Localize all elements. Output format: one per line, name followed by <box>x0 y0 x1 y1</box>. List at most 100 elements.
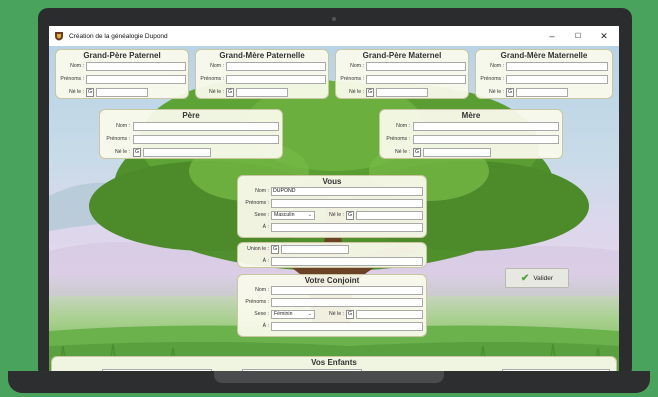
prenoms-label: Prénoms : <box>386 136 410 142</box>
enfants-panel: Vos Enfants <box>51 356 617 371</box>
nom-label: Nom : <box>210 63 224 69</box>
nele-field[interactable] <box>423 148 491 157</box>
nele-field[interactable] <box>516 88 568 97</box>
nom-field[interactable] <box>506 62 608 71</box>
maximize-button[interactable]: ☐ <box>565 26 591 46</box>
conjoint-panel: Votre Conjoint Nom : Prénoms : Sexe : Fé… <box>237 274 427 337</box>
nele-field[interactable] <box>356 211 423 220</box>
valider-button[interactable]: ✔ Valider <box>505 268 569 288</box>
nom-label: Nom : <box>255 287 269 293</box>
prenoms-field[interactable] <box>133 135 279 144</box>
union-label: Union le : <box>247 246 269 252</box>
nom-label: Nom : <box>116 123 130 129</box>
prenoms-label: Prénoms : <box>245 299 269 305</box>
valider-label: Valider <box>533 274 554 282</box>
laptop-notch <box>214 371 444 383</box>
nom-label: Nom : <box>396 123 410 129</box>
calendar-icon[interactable]: G <box>133 148 141 157</box>
nom-label: Nom : <box>70 63 84 69</box>
check-icon: ✔ <box>520 272 530 284</box>
prenoms-label: Prénoms : <box>480 76 504 82</box>
calendar-icon[interactable]: G <box>346 211 354 220</box>
close-button[interactable]: ✕ <box>591 26 617 46</box>
nele-label: Né le : <box>69 89 84 95</box>
prenoms-label: Prénoms : <box>245 200 269 206</box>
nom-label: Nom : <box>490 63 504 69</box>
calendar-icon[interactable]: G <box>366 88 374 97</box>
panel-title: Grand-Père Paternel <box>83 51 161 60</box>
prenoms-field[interactable] <box>226 75 326 84</box>
nele-field[interactable] <box>376 88 428 97</box>
nele-field[interactable] <box>143 148 211 157</box>
pere-panel: Père Nom : Prénoms : Né le : G <box>99 109 283 159</box>
prenoms-label: Prénoms : <box>200 76 224 82</box>
prenoms-field[interactable] <box>506 75 608 84</box>
enfant-field[interactable] <box>502 369 610 371</box>
grandmere-paternelle-panel: Grand-Mère Paternelle Nom : Prénoms : Né… <box>195 49 329 99</box>
calendar-icon[interactable]: G <box>413 148 421 157</box>
chevron-down-icon: ⌄ <box>307 311 312 317</box>
panel-title: Grand-Mère Paternelle <box>219 51 305 60</box>
nele-label: Né le : <box>395 149 410 155</box>
nele-field[interactable] <box>356 310 423 319</box>
grandpere-paternel-panel: Grand-Père Paternel Nom : Prénoms : Né l… <box>55 49 189 99</box>
nom-field[interactable] <box>226 62 326 71</box>
nom-field[interactable]: DUPOND <box>271 187 423 196</box>
chevron-down-icon: ⌄ <box>307 212 312 218</box>
prenoms-field[interactable] <box>366 75 466 84</box>
calendar-icon[interactable]: G <box>226 88 234 97</box>
mere-panel: Mère Nom : Prénoms : Né le : G <box>379 109 563 159</box>
sexe-label: Sexe : <box>254 311 269 317</box>
sexe-value: Masculin <box>274 212 295 218</box>
prenoms-label: Prénoms : <box>340 76 364 82</box>
a-field[interactable] <box>271 223 423 232</box>
laptop-camera <box>332 17 336 21</box>
enfant-field[interactable] <box>242 369 362 371</box>
nom-field[interactable] <box>413 122 559 131</box>
nele-field[interactable] <box>96 88 148 97</box>
nom-field[interactable] <box>271 286 423 295</box>
panel-title: Mère <box>461 111 481 120</box>
window-title: Création de la généalogie Dupond <box>69 32 168 40</box>
panel-title: Grand-Mère Maternelle <box>500 51 588 60</box>
vous-panel: Vous Nom : DUPOND Prénoms : Sexe : Mascu… <box>237 175 427 238</box>
nom-field[interactable] <box>366 62 466 71</box>
a-label: À : <box>262 323 269 329</box>
prenoms-field[interactable] <box>271 199 423 208</box>
nom-label: Nom : <box>255 188 269 194</box>
union-a-field[interactable] <box>271 257 423 266</box>
app-window: Création de la généalogie Dupond – ☐ ✕ G… <box>49 26 619 371</box>
prenoms-label: Prénoms : <box>60 76 84 82</box>
calendar-icon[interactable]: G <box>271 245 279 254</box>
prenoms-label: Prénoms : <box>106 136 130 142</box>
title-bar: Création de la généalogie Dupond – ☐ ✕ <box>49 26 619 46</box>
a-label: À : <box>262 258 269 264</box>
app-icon <box>55 32 63 41</box>
nele-label: Né le : <box>329 311 344 317</box>
nele-field[interactable] <box>236 88 288 97</box>
sexe-select[interactable]: Féminin ⌄ <box>271 310 315 319</box>
a-field[interactable] <box>271 322 423 331</box>
prenoms-field[interactable] <box>86 75 186 84</box>
nele-label: Né le : <box>329 212 344 218</box>
calendar-icon[interactable]: G <box>86 88 94 97</box>
prenoms-field[interactable] <box>271 298 423 307</box>
calendar-icon[interactable]: G <box>346 310 354 319</box>
calendar-icon[interactable]: G <box>506 88 514 97</box>
nele-label: Né le : <box>115 149 130 155</box>
union-date-field[interactable] <box>281 245 349 254</box>
nom-field[interactable] <box>86 62 186 71</box>
sexe-label: Sexe : <box>254 212 269 218</box>
sexe-value: Féminin <box>274 311 293 317</box>
sexe-select[interactable]: Masculin ⌄ <box>271 211 315 220</box>
nele-label: Né le : <box>209 89 224 95</box>
nele-label: Né le : <box>489 89 504 95</box>
prenoms-field[interactable] <box>413 135 559 144</box>
enfant-field[interactable] <box>102 369 212 371</box>
nom-field[interactable] <box>133 122 279 131</box>
minimize-button[interactable]: – <box>539 26 565 46</box>
panel-title: Grand-Père Maternel <box>362 51 442 60</box>
panel-title: Père <box>182 111 200 120</box>
grandpere-maternel-panel: Grand-Père Maternel Nom : Prénoms : Né l… <box>335 49 469 99</box>
nom-label: Nom : <box>350 63 364 69</box>
